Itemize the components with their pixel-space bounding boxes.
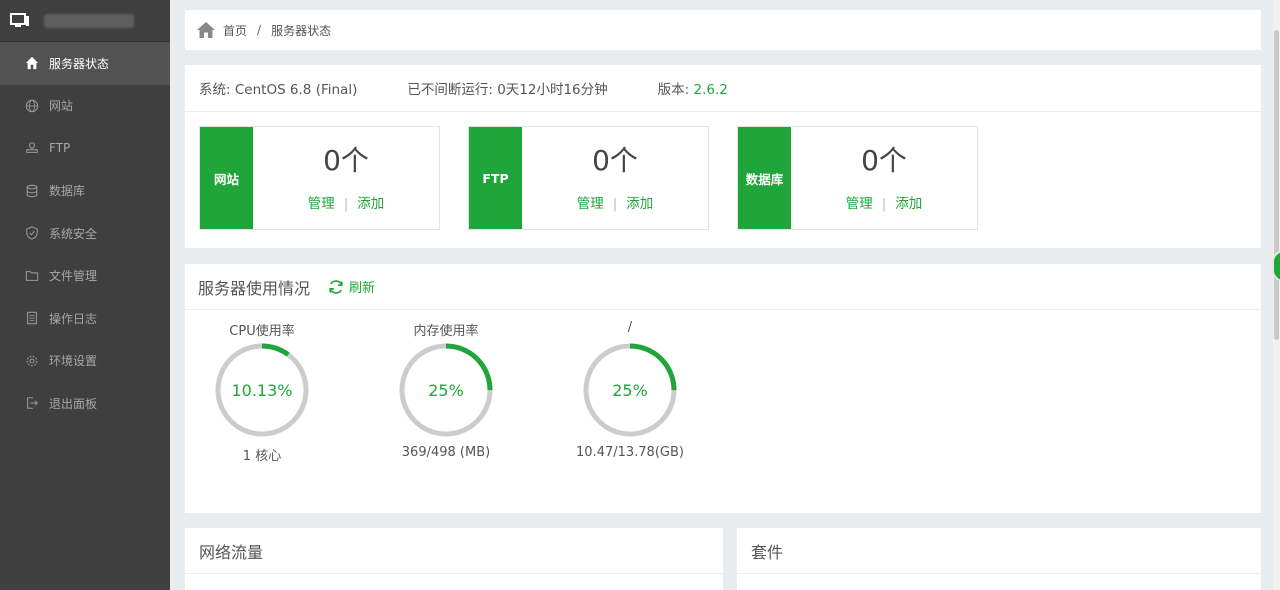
packages-title: 套件 [737,528,1261,574]
breadcrumb: 首页 / 服务器状态 [185,10,1261,50]
sidebar-item-label: 操作日志 [49,311,98,326]
system-info-row: 系统: CentOS 6.8 (Final) 已不间断运行: 0天12小时16分… [185,65,1261,112]
sidebar-item-security[interactable]: 系统安全 [0,212,170,255]
server-usage-title: 服务器使用情况 [198,278,311,298]
ftp-icon [24,140,40,156]
sidebar-item-logout[interactable]: 退出面板 [0,382,170,425]
version-label: 版本: [657,82,690,98]
log-icon [24,310,40,326]
sidebar-item-server-status[interactable]: 服务器状态 [0,42,170,85]
link-divider: | [881,195,887,212]
sidebar-item-label: 文件管理 [49,269,98,284]
packages-panel: 套件 [737,528,1261,590]
refresh-button[interactable]: 刷新 [328,277,375,296]
gauge-value: 10.13% [231,381,292,400]
uptime-info: 已不间断运行: 0天12小时16分钟 [407,78,607,98]
sidebar-item-label: FTP [49,141,71,156]
sidebar-item-database[interactable]: 数据库 [0,170,170,213]
server-usage-header: 服务器使用情况 刷新 [185,264,1261,310]
manage-link[interactable]: 管理 [846,196,873,212]
add-link[interactable]: 添加 [626,196,653,212]
uptime-value: 0天12小时16分钟 [497,82,608,98]
home-icon[interactable] [196,20,216,40]
gauge-ring: 25% [583,343,677,437]
shield-icon [24,225,40,241]
hostname-redacted [44,13,134,28]
sidebar-item-label: 服务器状态 [49,56,110,71]
stat-card-label: 网站 [200,127,253,229]
monitor-icon [10,12,30,29]
add-link[interactable]: 添加 [357,196,384,212]
sidebar-item-settings[interactable]: 环境设置 [0,340,170,383]
database-icon [24,183,40,199]
os-value: CentOS 6.8 (Final) [234,82,358,98]
link-divider: | [343,195,349,212]
manage-link[interactable]: 管理 [577,196,604,212]
sidebar-item-label: 网站 [49,99,74,114]
gauge-ring: 10.13% [215,343,309,437]
home-icon [24,55,40,71]
stat-card-website: 网站 0个 管理 | 添加 [199,126,440,230]
version-value[interactable]: 2.6.2 [694,82,728,98]
cpu-gauge: CPU使用率 10.13% 1 核心 [192,320,332,464]
sidebar-item-label: 数据库 [49,184,86,199]
system-info-panel: 系统: CentOS 6.8 (Final) 已不间断运行: 0天12小时16分… [185,65,1261,248]
network-panel: 网络流量 [185,528,723,590]
sidebar-item-website[interactable]: 网站 [0,85,170,128]
sidebar: 服务器状态 网站 FTP 数据库 系统安全 文件管理 操作日志 环境设置 退出面… [0,0,170,590]
stat-card-label: 数据库 [738,127,791,229]
os-label: 系统: [199,82,231,98]
page-scrollbar[interactable] [1273,0,1280,590]
gauge-title: / [627,320,633,335]
stat-card-count: 0个 [592,143,638,177]
network-title: 网络流量 [185,528,723,574]
gauge-detail: 10.47/13.78(GB) [576,445,684,460]
memory-gauge: 内存使用率 25% 369/498 (MB) [376,320,516,460]
sidebar-item-label: 退出面板 [49,396,98,411]
refresh-icon [329,279,343,294]
gauge-detail: 1 核心 [242,449,282,464]
stat-card-count: 0个 [323,143,369,177]
link-divider: | [612,195,618,212]
breadcrumb-home[interactable]: 首页 [223,22,247,39]
gear-icon [24,353,40,369]
version-info: 版本: 2.6.2 [658,78,728,98]
stat-card-count: 0个 [861,143,907,177]
server-usage-panel: 服务器使用情况 刷新 CPU使用率 10.13% 1 核心 内存使用率 25% … [185,264,1261,513]
gauge-value: 25% [428,381,464,400]
sidebar-item-label: 系统安全 [49,226,98,241]
disk-gauge: / 25% 10.47/13.78(GB) [560,320,700,460]
os-info: 系统: CentOS 6.8 (Final) [199,78,357,98]
sidebar-item-ftp[interactable]: FTP [0,127,170,170]
logout-icon [24,395,40,411]
breadcrumb-separator: / [257,23,262,37]
gauge-value: 25% [612,381,648,400]
add-link[interactable]: 添加 [895,196,922,212]
gauge-ring: 25% [399,343,493,437]
scrollbar-thumb[interactable] [1274,30,1279,340]
stat-cards: 网站 0个 管理 | 添加 FTP 0个 管理 | 添加 数据库 0个 管理 | 添加 [199,126,1006,230]
sidebar-item-files[interactable]: 文件管理 [0,255,170,298]
sidebar-item-label: 环境设置 [49,354,98,369]
uptime-label: 已不间断运行: [407,82,493,98]
stat-card-database: 数据库 0个 管理 | 添加 [737,126,978,230]
manage-link[interactable]: 管理 [308,196,335,212]
sidebar-item-logs[interactable]: 操作日志 [0,297,170,340]
breadcrumb-current: 服务器状态 [271,23,332,38]
globe-icon [24,98,40,114]
folder-icon [24,268,40,284]
gauge-title: 内存使用率 [413,324,479,339]
gauge-title: CPU使用率 [229,324,295,339]
refresh-label: 刷新 [349,281,376,296]
gauge-detail: 369/498 (MB) [401,445,491,460]
stat-card-ftp: FTP 0个 管理 | 添加 [468,126,709,230]
brand [0,0,170,42]
stat-card-label: FTP [469,127,522,229]
